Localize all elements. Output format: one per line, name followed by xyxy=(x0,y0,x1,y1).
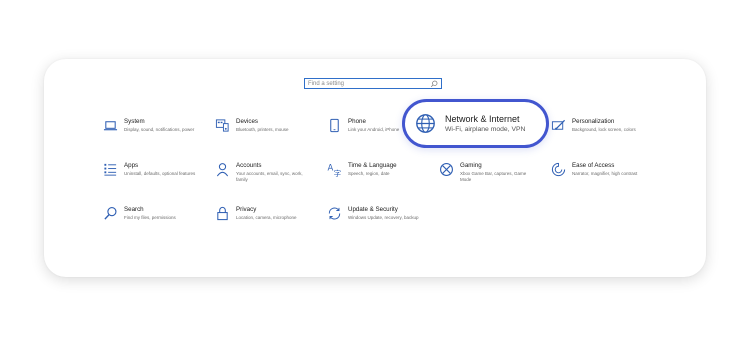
item-desc: Wi-Fi, airplane mode, VPN xyxy=(445,125,526,133)
settings-item-accounts[interactable]: Accounts Your accounts, email, sync, wor… xyxy=(215,162,325,198)
settings-item-network-internet[interactable]: Network & Internet Wi-Fi, airplane mode,… xyxy=(402,99,549,148)
search-input[interactable]: Find a setting xyxy=(304,78,442,89)
item-title: Ease of Access xyxy=(572,162,615,169)
item-desc: Narrator, magnifier, high contrast xyxy=(572,171,638,176)
sync-icon xyxy=(328,207,341,220)
svg-text:A: A xyxy=(327,162,333,172)
time-language-icon: A 字 xyxy=(327,162,342,177)
item-desc: Uninstall, defaults, optional features xyxy=(124,171,196,176)
item-title: Devices xyxy=(236,118,259,125)
item-title: Network & Internet xyxy=(445,113,520,124)
settings-item-search[interactable]: Search Find my files, permissions xyxy=(103,206,213,242)
settings-item-gaming[interactable]: Gaming Xbox Game Bar, captures, Game Mod… xyxy=(439,162,549,198)
settings-item-apps[interactable]: Apps Uninstall, defaults, optional featu… xyxy=(103,162,213,198)
devices-icon xyxy=(215,119,229,132)
item-title: Apps xyxy=(124,162,139,169)
settings-item-devices[interactable]: Devices Bluetooth, printers, mouse xyxy=(215,118,325,154)
item-desc: Location, camera, microphone xyxy=(236,215,297,220)
svg-text:字: 字 xyxy=(334,168,342,177)
item-title: Personalization xyxy=(572,118,615,125)
item-desc: Find my files, permissions xyxy=(124,215,176,220)
item-desc: Link your Android, iPhone xyxy=(348,127,400,132)
item-desc: Speech, region, date xyxy=(348,171,390,176)
item-desc: Display, sound, notifications, power xyxy=(124,127,195,132)
item-title: Time & Language xyxy=(348,162,397,169)
magnifier-icon xyxy=(430,80,438,87)
laptop-icon xyxy=(103,121,118,131)
item-desc: Bluetooth, printers, mouse xyxy=(236,127,289,132)
search-icon xyxy=(104,207,117,220)
person-icon xyxy=(216,163,229,177)
item-desc: Your accounts, email, sync, work, family xyxy=(236,171,303,182)
item-title: Gaming xyxy=(460,162,482,169)
item-title: Search xyxy=(124,206,144,213)
apps-list-icon xyxy=(104,163,117,176)
settings-item-time-language[interactable]: A 字 Time & Language Speech, region, date xyxy=(327,162,437,198)
phone-icon xyxy=(330,118,339,133)
ease-of-access-icon xyxy=(551,162,566,177)
item-title: System xyxy=(124,118,145,125)
item-desc: Windows Update, recovery, backup xyxy=(348,215,419,220)
search-placeholder: Find a setting xyxy=(308,80,345,87)
settings-item-system[interactable]: System Display, sound, notifications, po… xyxy=(103,118,213,154)
settings-item-personalization[interactable]: Personalization Background, lock screen,… xyxy=(551,118,661,154)
item-desc: Xbox Game Bar, captures, Game Mode xyxy=(460,171,527,182)
xbox-icon xyxy=(440,163,453,176)
item-title: Update & Security xyxy=(348,206,398,213)
globe-icon xyxy=(416,114,435,133)
item-title: Phone xyxy=(348,118,366,125)
paint-icon xyxy=(551,119,566,130)
item-desc: Background, lock screen, colors xyxy=(572,127,636,132)
settings-item-update-security[interactable]: Update & Security Windows Update, recove… xyxy=(327,206,437,242)
item-title: Accounts xyxy=(236,162,262,169)
settings-item-privacy[interactable]: Privacy Location, camera, microphone xyxy=(215,206,325,242)
lock-icon xyxy=(217,206,228,221)
settings-item-ease-of-access[interactable]: Ease of Access Narrator, magnifier, high… xyxy=(551,162,661,198)
item-title: Privacy xyxy=(236,206,257,213)
